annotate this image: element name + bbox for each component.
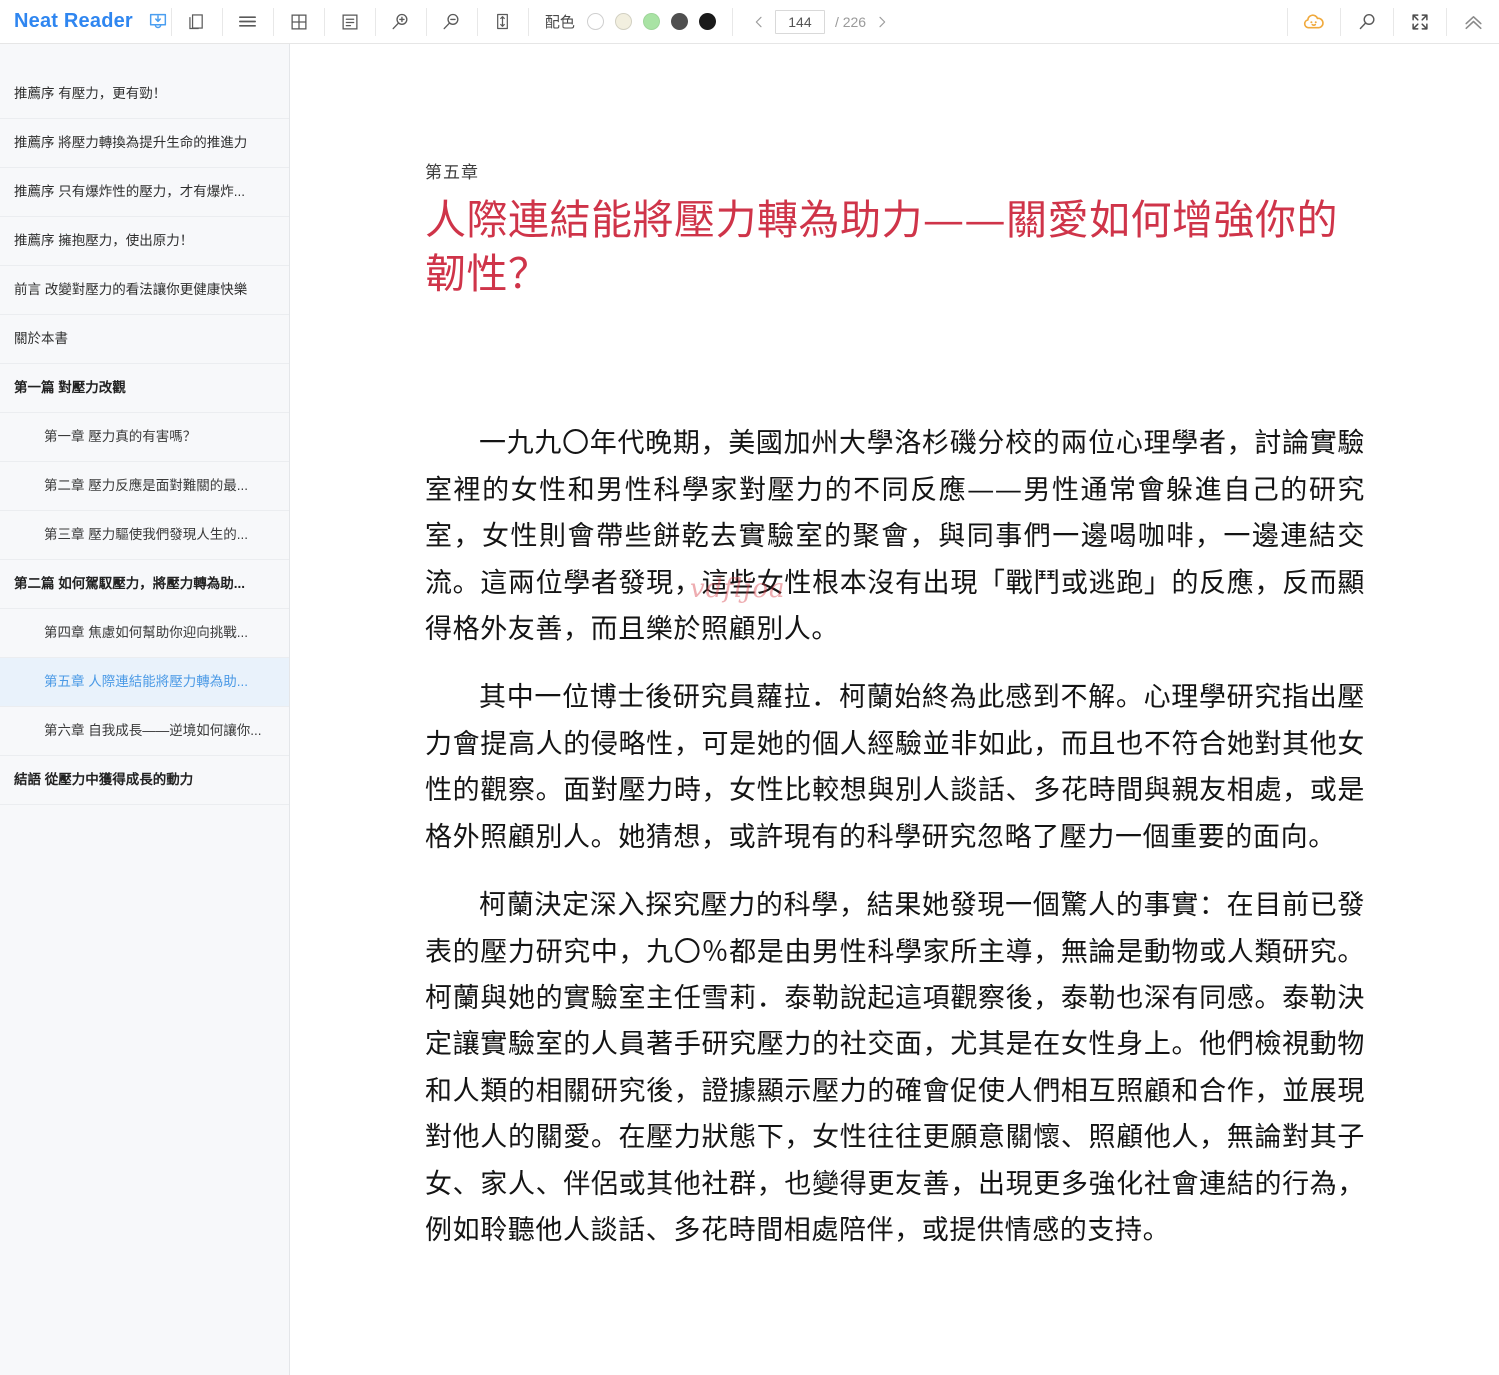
toc-item-4[interactable]: 前言 改變對壓力的看法讓你更健康快樂 [0, 266, 289, 315]
toc-item-label: 第四章 焦慮如何幫助你迎向挑戰... [44, 624, 249, 640]
search-icon[interactable] [1341, 0, 1393, 44]
cloud-sync-icon[interactable] [1288, 0, 1340, 44]
swatch-cream[interactable] [614, 13, 632, 30]
toc-item-8[interactable]: 第二章 壓力反應是面對難關的最... [0, 462, 289, 511]
reader-content[interactable]: 第五章 人際連結能將壓力轉為助力——關愛如何增強你的韌性？ 一九九〇年代晚期，美… [291, 44, 1499, 1375]
top-toolbar: Neat Reader 配色 144 / 226 [0, 0, 1499, 44]
toc-item-label: 第三章 壓力驅使我們發現人生的... [44, 526, 249, 542]
sidebar-scrollbar[interactable] [286, 44, 290, 1375]
toc-item-label: 前言 改變對壓力的看法讓你更健康快樂 [14, 281, 248, 297]
app-title: Neat Reader [14, 10, 133, 32]
list-lines-icon[interactable] [223, 0, 273, 44]
swatch-white[interactable] [586, 13, 604, 30]
toc-item-6[interactable]: 第一篇 對壓力改觀 [0, 364, 289, 413]
body-paragraph: 一九九〇年代晚期，美國加州大學洛杉磯分校的兩位心理學者，討論實驗室裡的女性和男性… [425, 428, 1365, 645]
toc-item-label: 第五章 人際連結能將壓力轉為助... [44, 673, 249, 689]
toc-item-label: 推薦序 只有爆炸性的壓力，才有爆炸... [14, 183, 246, 199]
fullscreen-icon[interactable] [1394, 0, 1446, 44]
toc-item-label: 推薦序 有壓力，更有勁！ [14, 85, 167, 101]
swatch-green[interactable] [642, 13, 660, 30]
body-paragraph: 其中一位博士後研究員蘿拉．柯蘭始終為此感到不解。心理學研究指出壓力會提高人的侵略… [425, 682, 1365, 853]
toc-list: 推薦序 有壓力，更有勁！ 推薦序 將壓力轉換為提升生命的推進力 推薦序 只有爆炸性的… [0, 44, 289, 805]
toc-item-1[interactable]: 推薦序 將壓力轉換為提升生命的推進力 [0, 119, 289, 168]
toc-item-5[interactable]: 關於本書 [0, 315, 289, 364]
toc-item-14[interactable]: 結語 從壓力中獲得成長的動力 [0, 756, 289, 805]
grid-layout-icon[interactable] [274, 0, 324, 44]
color-palette: 配色 [529, 0, 732, 44]
next-page-button[interactable] [866, 0, 898, 44]
collapse-up-icon[interactable] [1447, 0, 1499, 44]
copy-pages-icon[interactable] [172, 0, 222, 44]
page-body: 第五章 人際連結能將壓力轉為助力——關愛如何增強你的韌性？ 一九九〇年代晚期，美… [425, 44, 1365, 1255]
toc-item-label: 第一篇 對壓力改觀 [14, 379, 126, 395]
toc-item-0[interactable]: 推薦序 有壓力，更有勁！ [0, 70, 289, 119]
chapter-number: 第五章 [425, 163, 479, 183]
toc-item-12[interactable]: 第五章 人際連結能將壓力轉為助... [0, 658, 289, 707]
page-navigator: / 226 [733, 0, 908, 44]
download-tray-icon[interactable] [145, 9, 171, 35]
palette-label: 配色 [544, 14, 575, 31]
toc-item-label: 第六章 自我成長——逆境如何讓你... [44, 722, 262, 738]
toc-item-label: 推薦序 將壓力轉換為提升生命的推進力 [14, 134, 248, 150]
toc-item-7[interactable]: 第一章 壓力真的有害嗎？ [0, 413, 289, 462]
fit-height-icon[interactable] [478, 0, 528, 44]
toc-item-10[interactable]: 第二篇 如何駕馭壓力，將壓力轉為助... [0, 560, 289, 609]
paragraph-container: 一九九〇年代晚期，美國加州大學洛杉磯分校的兩位心理學者，討論實驗室裡的女性和男性… [425, 421, 1365, 1254]
prev-page-button[interactable] [743, 0, 775, 44]
toc-item-label: 第二篇 如何駕馭壓力，將壓力轉為助... [14, 575, 246, 591]
chapter-title: 人際連結能將壓力轉為助力——關愛如何增強你的韌性？ [425, 196, 1338, 299]
page-number-input[interactable] [774, 9, 825, 34]
zoom-out-icon[interactable] [427, 0, 477, 44]
toc-item-label: 第二章 壓力反應是面對難關的最... [44, 477, 249, 493]
page-total-label: / 226 [834, 13, 867, 30]
zoom-in-icon[interactable] [376, 0, 426, 44]
toc-item-11[interactable]: 第四章 焦慮如何幫助你迎向挑戰... [0, 609, 289, 658]
toc-item-2[interactable]: 推薦序 只有爆炸性的壓力，才有爆炸... [0, 168, 289, 217]
toc-item-13[interactable]: 第六章 自我成長——逆境如何讓你... [0, 707, 289, 756]
toc-item-3[interactable]: 推薦序 擁抱壓力，使出原力！ [0, 217, 289, 266]
brand: Neat Reader [0, 0, 171, 44]
notes-panel-icon[interactable] [325, 0, 375, 44]
swatch-gray[interactable] [670, 13, 688, 30]
toc-item-9[interactable]: 第三章 壓力驅使我們發現人生的... [0, 511, 289, 560]
swatch-black[interactable] [698, 13, 716, 30]
toc-item-label: 關於本書 [14, 330, 68, 346]
toc-item-label: 推薦序 擁抱壓力，使出原力！ [14, 232, 194, 248]
toc-item-label: 結語 從壓力中獲得成長的動力 [14, 771, 194, 787]
body-paragraph: 柯蘭決定深入探究壓力的科學，結果她發現一個驚人的事實：在目前已發表的壓力研究中，… [425, 890, 1365, 1247]
toc-item-label: 第一章 壓力真的有害嗎？ [44, 428, 197, 444]
toc-sidebar[interactable]: 推薦序 有壓力，更有勁！ 推薦序 將壓力轉換為提升生命的推進力 推薦序 只有爆炸性的… [0, 44, 290, 1375]
